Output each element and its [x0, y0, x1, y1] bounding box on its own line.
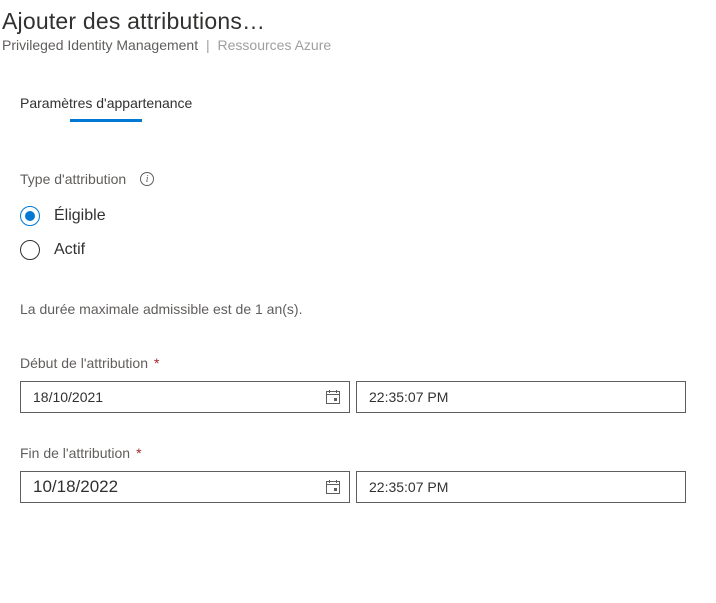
start-label: Début de l'attribution* — [20, 355, 696, 371]
section-title-label: Paramètres d'appartenance — [20, 95, 192, 111]
required-indicator: * — [154, 355, 159, 371]
page-title: Ajouter des attributions… — [2, 8, 716, 35]
radio-icon — [20, 206, 40, 226]
end-time-input[interactable] — [356, 471, 686, 503]
tab-membership-settings[interactable]: Paramètres d'appartenance — [20, 95, 192, 111]
end-date-value: 10/18/2022 — [33, 477, 118, 497]
calendar-icon[interactable] — [325, 479, 341, 495]
radio-icon — [20, 240, 40, 260]
breadcrumb: Privileged Identity Management | Ressour… — [2, 37, 716, 53]
assignment-type-radio-group: Éligible Actif — [20, 199, 696, 267]
required-indicator: * — [136, 445, 141, 461]
breadcrumb-sub[interactable]: Ressources Azure — [218, 37, 332, 53]
info-icon[interactable]: i — [140, 172, 154, 186]
radio-eligible-label: Éligible — [54, 207, 106, 225]
breadcrumb-separator: | — [206, 37, 210, 53]
end-label: Fin de l'attribution* — [20, 445, 696, 461]
calendar-icon[interactable] — [325, 389, 341, 405]
tab-underline — [70, 119, 142, 122]
start-time-input[interactable] — [356, 381, 686, 413]
start-time-field[interactable] — [369, 389, 677, 405]
radio-active[interactable]: Actif — [20, 233, 696, 267]
end-date-input[interactable]: 10/18/2022 — [20, 471, 350, 503]
breadcrumb-main[interactable]: Privileged Identity Management — [2, 37, 198, 53]
start-date-input[interactable]: 18/10/2021 — [20, 381, 350, 413]
assignment-type-label: Type d'attribution i — [20, 171, 154, 187]
max-duration-hint: La durée maximale admissible est de 1 an… — [20, 301, 696, 317]
radio-active-label: Actif — [54, 241, 85, 259]
radio-eligible[interactable]: Éligible — [20, 199, 696, 233]
end-time-field[interactable] — [369, 479, 677, 495]
start-date-value: 18/10/2021 — [33, 389, 103, 405]
